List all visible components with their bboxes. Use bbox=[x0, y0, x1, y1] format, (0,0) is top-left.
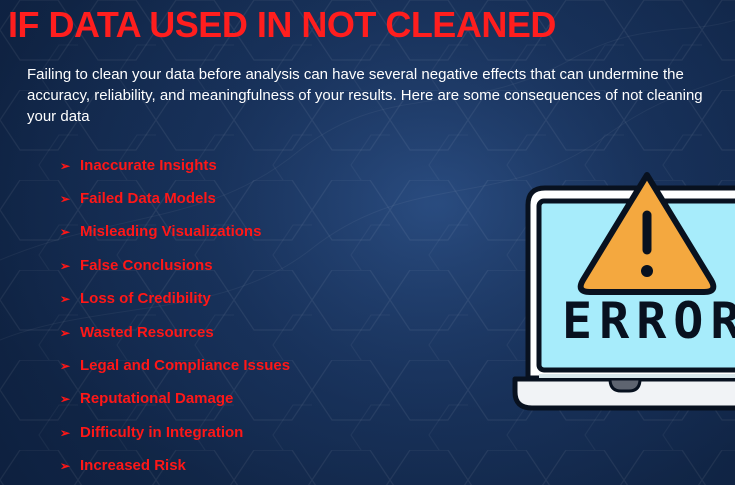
list-item: ➢ Difficulty in Integration bbox=[60, 416, 290, 449]
arrow-bullet-icon: ➢ bbox=[60, 225, 71, 240]
consequence-label: Failed Data Models bbox=[80, 190, 216, 208]
arrow-bullet-icon: ➢ bbox=[60, 359, 71, 374]
error-laptop-illustration: ERROR bbox=[508, 170, 735, 436]
consequence-label: Wasted Resources bbox=[80, 323, 214, 341]
list-item: ➢ Failed Data Models bbox=[60, 182, 290, 215]
arrow-bullet-icon: ➢ bbox=[60, 292, 71, 307]
consequence-label: Misleading Visualizations bbox=[80, 223, 262, 241]
arrow-bullet-icon: ➢ bbox=[60, 392, 71, 407]
consequence-label: Difficulty in Integration bbox=[80, 423, 244, 441]
list-item: ➢ False Conclusions bbox=[60, 249, 290, 282]
list-item: ➢ Increased Risk bbox=[60, 450, 290, 483]
consequences-list: ➢ Inaccurate Insights ➢ Failed Data Mode… bbox=[60, 149, 290, 483]
arrow-bullet-icon: ➢ bbox=[60, 158, 71, 173]
arrow-bullet-icon: ➢ bbox=[60, 258, 71, 273]
list-item: ➢ Legal and Compliance Issues bbox=[60, 349, 290, 382]
error-label: ERROR bbox=[562, 292, 735, 350]
error-laptop-icon: ERROR bbox=[512, 172, 735, 411]
slide-canvas: IF DATA USED IN NOT CLEANED Failing to c… bbox=[0, 0, 735, 485]
arrow-bullet-icon: ➢ bbox=[60, 192, 71, 207]
list-item: ➢ Misleading Visualizations bbox=[60, 216, 290, 249]
consequence-label: False Conclusions bbox=[80, 256, 213, 274]
consequence-label: Loss of Credibility bbox=[80, 290, 211, 308]
consequence-label: Inaccurate Insights bbox=[80, 156, 217, 174]
list-item: ➢ Loss of Credibility bbox=[60, 283, 290, 316]
arrow-bullet-icon: ➢ bbox=[60, 325, 71, 340]
consequence-label: Increased Risk bbox=[80, 457, 186, 475]
list-item: ➢ Reputational Damage bbox=[60, 383, 290, 416]
slide-title: IF DATA USED IN NOT CLEANED bbox=[8, 4, 556, 45]
list-item: ➢ Wasted Resources bbox=[60, 316, 290, 349]
arrow-bullet-icon: ➢ bbox=[60, 459, 71, 474]
consequence-label: Legal and Compliance Issues bbox=[80, 357, 291, 375]
arrow-bullet-icon: ➢ bbox=[60, 425, 71, 440]
intro-paragraph: Failing to clean your data before analys… bbox=[27, 66, 703, 125]
consequence-label: Reputational Damage bbox=[80, 390, 234, 408]
list-item: ➢ Inaccurate Insights bbox=[60, 149, 290, 182]
